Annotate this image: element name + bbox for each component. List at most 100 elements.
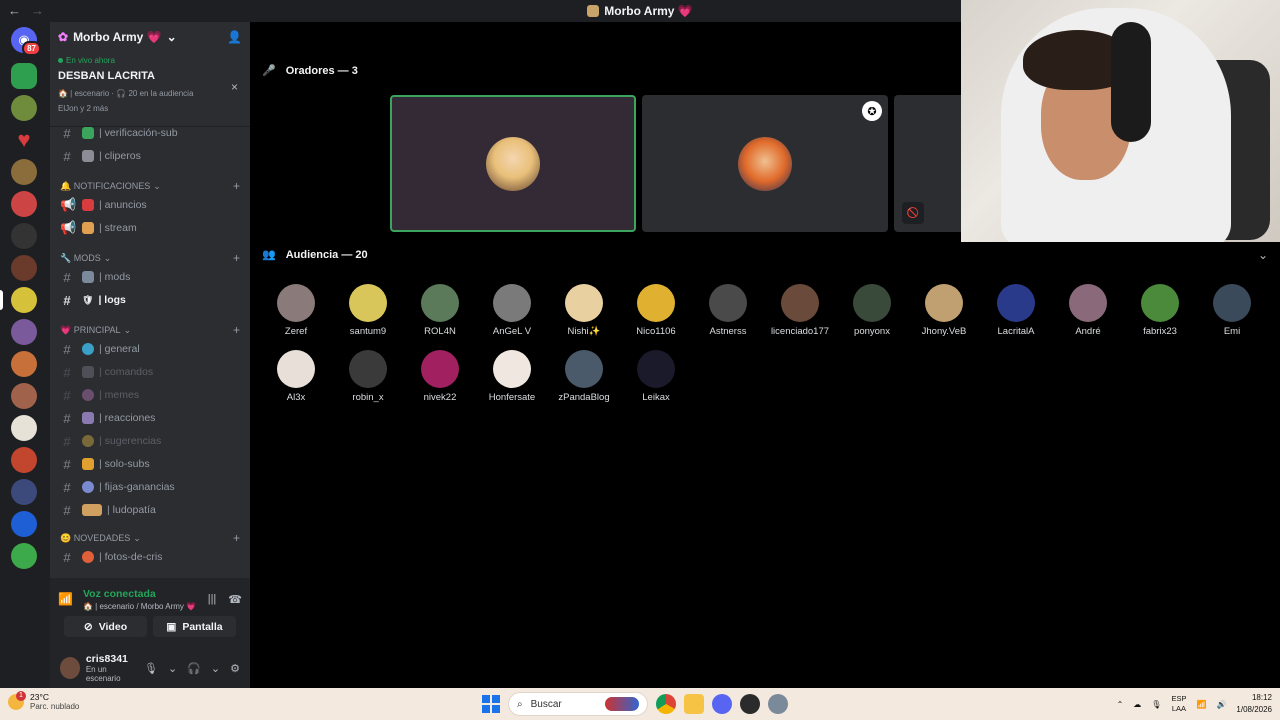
category-principal[interactable]: 💗 PRINCIPAL ⌄ + (60, 323, 240, 337)
channel-verificacion-sub[interactable]: # | verificación-sub (56, 123, 244, 143)
channel-mods[interactable]: # | mods (56, 267, 244, 287)
noise-suppression-icon[interactable]: ||| (208, 593, 217, 605)
server-icon[interactable] (11, 159, 37, 185)
chrome-icon[interactable] (656, 694, 676, 714)
channel-cliperos[interactable]: # | cliperos (56, 146, 244, 166)
clock[interactable]: 18:12 1/08/2026 (1236, 692, 1272, 716)
avatar (925, 284, 963, 322)
chevron-down-icon[interactable]: ⌄ (211, 662, 220, 675)
channel-logs[interactable]: # 🛡 | logs (56, 290, 244, 310)
avatar[interactable] (60, 657, 80, 679)
settings-icon[interactable] (768, 694, 788, 714)
gear-icon[interactable]: ⚙ (230, 662, 240, 675)
windows-start-icon[interactable] (482, 695, 500, 713)
chevron-up-icon[interactable]: ⌃ (1117, 700, 1124, 709)
discord-icon[interactable] (712, 694, 732, 714)
server-icon[interactable] (11, 511, 37, 537)
language-indicator[interactable]: ESP LAA (1171, 694, 1186, 714)
volume-icon[interactable]: 🔊 (1216, 700, 1226, 709)
add-channel-icon[interactable]: + (233, 179, 240, 193)
microphone-icon[interactable]: 🎙 (1151, 700, 1161, 709)
server-icon[interactable] (11, 95, 37, 121)
server-icon[interactable]: ♥ (11, 127, 37, 153)
voice-status[interactable]: Voz conectada (83, 588, 196, 600)
audience-member[interactable]: Honfersate (476, 350, 548, 410)
video-button[interactable]: ⊘ Video (64, 616, 147, 637)
back-arrow-icon[interactable]: ← (8, 3, 21, 18)
disconnect-icon[interactable]: ☎ (228, 593, 242, 606)
category-notificaciones[interactable]: 🔔 NOTIFICACIONES ⌄ + (60, 179, 240, 193)
channel-comandos[interactable]: # | comandos (56, 362, 244, 382)
forward-arrow-icon[interactable]: → (31, 3, 44, 18)
headphones-icon[interactable]: 🎧 (187, 662, 201, 675)
audience-member[interactable]: Nico1106 (620, 284, 692, 344)
server-icon[interactable] (11, 63, 37, 89)
add-member-icon[interactable]: 👤 (227, 30, 242, 44)
audience-member[interactable]: Astnerss (692, 284, 764, 344)
channel-memes[interactable]: # | memes (56, 385, 244, 405)
channel-label: | ludopatía (107, 504, 156, 516)
audience-member[interactable]: licenciado177 (764, 284, 836, 344)
voice-location[interactable]: 🏠 | escenario / Morbo Army 💗 (83, 602, 196, 611)
screen-share-button[interactable]: ▣ Pantalla (153, 616, 236, 637)
server-icon[interactable] (11, 255, 37, 281)
audience-member[interactable]: Leikax (620, 350, 692, 410)
audience-member[interactable]: santum9 (332, 284, 404, 344)
obs-icon[interactable] (740, 694, 760, 714)
add-channel-icon[interactable]: + (233, 251, 240, 265)
server-icon[interactable] (11, 447, 37, 473)
channel-solo-subs[interactable]: # | solo-subs (56, 454, 244, 474)
channel-anuncios[interactable]: 📢 | anuncios (56, 195, 244, 215)
server-icon-selected[interactable] (11, 287, 37, 313)
audience-member[interactable]: Jhony.VeB (908, 284, 980, 344)
onedrive-icon[interactable]: ☁ (1133, 700, 1141, 709)
server-icon[interactable] (11, 543, 37, 569)
channel-general[interactable]: # | general (56, 339, 244, 359)
channel-reacciones[interactable]: # | reacciones (56, 408, 244, 428)
file-explorer-icon[interactable] (684, 694, 704, 714)
add-channel-icon[interactable]: + (233, 323, 240, 337)
server-icon[interactable] (11, 383, 37, 409)
channel-stream[interactable]: 📢 | stream (56, 218, 244, 238)
audience-member[interactable]: zPandaBlog (548, 350, 620, 410)
channel-ludopatia[interactable]: # | ludopatía (56, 500, 244, 520)
audience-member[interactable]: LacritalA (980, 284, 1052, 344)
close-icon[interactable]: × (231, 80, 238, 94)
weather-widget[interactable]: 1 23°C Parc. nublado (8, 690, 79, 711)
wifi-icon[interactable]: 📶 (1196, 700, 1206, 709)
chevron-down-icon[interactable]: ⌄ (1258, 248, 1268, 262)
channel-sugerencias[interactable]: # | sugerencias (56, 431, 244, 451)
server-icon[interactable] (11, 415, 37, 441)
speaker-tile[interactable]: 🚫 (894, 95, 964, 232)
audience-member[interactable]: nivek22 (404, 350, 476, 410)
audience-member[interactable]: Nishi✨ (548, 284, 620, 344)
server-header[interactable]: ✿ Morbo Army 💗 ⌄ 👤 (50, 22, 250, 52)
audience-member[interactable]: fabrix23 (1124, 284, 1196, 344)
audience-member[interactable]: ponyonx (836, 284, 908, 344)
user-info[interactable]: cris8341 En un escenario (86, 653, 138, 683)
audience-member[interactable]: AnGeL V (476, 284, 548, 344)
audience-member[interactable]: robin_x (332, 350, 404, 410)
server-icon[interactable] (11, 351, 37, 377)
microphone-icon[interactable]: 🎙 (144, 662, 158, 675)
channel-fijas-ganancias[interactable]: # | fijas-ganancias (56, 477, 244, 497)
audience-member[interactable]: André (1052, 284, 1124, 344)
server-icon[interactable] (11, 479, 37, 505)
audience-member[interactable]: Zeref (260, 284, 332, 344)
category-novedades[interactable]: 😊 NOVEDADES ⌄ + (60, 531, 240, 545)
audience-member[interactable]: ROL4N (404, 284, 476, 344)
home-button[interactable]: ◉ 87 (11, 27, 41, 56)
taskbar-search[interactable]: ⌕ Buscar (508, 692, 648, 716)
server-icon[interactable] (11, 191, 37, 217)
channel-fotos-de-cris[interactable]: # | fotos-de-cris (56, 547, 244, 567)
chevron-down-icon[interactable]: ⌄ (168, 662, 177, 675)
speaker-tile[interactable] (390, 95, 636, 232)
live-stage-card[interactable]: En vivo ahora DESBAN LACRITA 🏠 | escenar… (50, 52, 250, 127)
server-icon[interactable] (11, 223, 37, 249)
add-channel-icon[interactable]: + (233, 531, 240, 545)
audience-member[interactable]: Emi (1196, 284, 1268, 344)
server-icon[interactable] (11, 319, 37, 345)
audience-member[interactable]: Al3x (260, 350, 332, 410)
speaker-tile[interactable]: ✪ (642, 95, 888, 232)
category-mods[interactable]: 🔧 MODS ⌄ + (60, 251, 240, 265)
